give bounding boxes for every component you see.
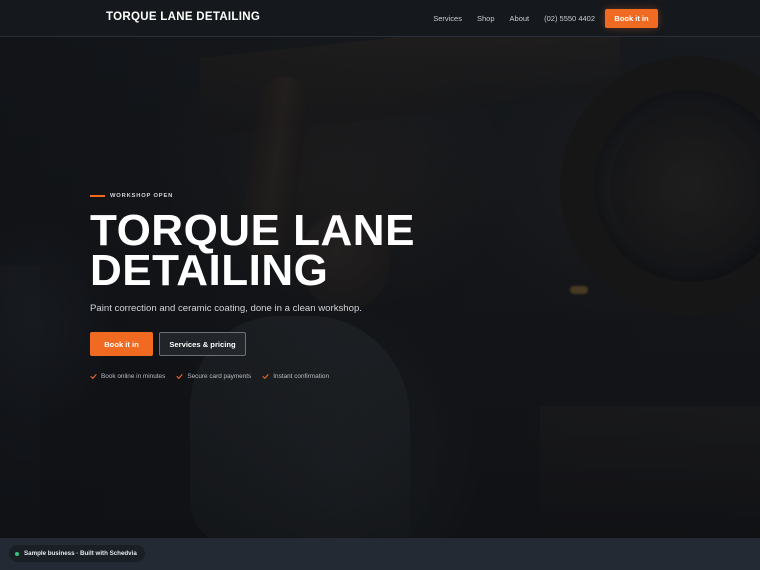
check-icon [262,374,269,379]
feature-item: Instant confirmation [262,373,329,380]
nav-link-shop[interactable]: Shop [477,14,495,23]
feature-text: Instant confirmation [273,373,330,380]
eyebrow: WORKSHOP OPEN [90,193,420,199]
feature-item: Secure card payments [176,373,251,380]
check-icon [176,374,183,379]
nav-links: Services Shop About (02) 5550 4402 [433,14,595,23]
sample-business-badge[interactable]: Sample business · Built with Schedvia [9,545,145,562]
brand-logo[interactable]: TORQUE LANE DETAILING [106,11,260,23]
hero-title: TORQUE LANE DETAILING [90,209,420,293]
badge-text: Sample business · Built with Schedvia [24,550,137,557]
services-pricing-button[interactable]: Services & pricing [159,332,246,356]
check-icon [90,374,97,379]
nav-book-button[interactable]: Book it in [605,9,658,28]
feature-list: Book online in minutes Secure card payme… [90,373,420,380]
top-nav: TORQUE LANE DETAILING Services Shop Abou… [0,0,760,37]
page: TORQUE LANE DETAILING Services Shop Abou… [0,0,760,570]
hero-subtitle: Paint correction and ceramic coating, do… [90,303,362,314]
eyebrow-accent-line [90,195,105,197]
feature-text: Book online in minutes [101,373,166,380]
eyebrow-text: WORKSHOP OPEN [110,193,174,199]
hero-content: WORKSHOP OPEN TORQUE LANE DETAILING Pain… [90,193,420,380]
status-dot-icon [15,551,19,556]
nav-link-about[interactable]: About [510,14,530,23]
feature-item: Book online in minutes [90,373,165,380]
cta-row: Book it in Services & pricing [90,332,420,356]
book-button[interactable]: Book it in [90,332,153,356]
nav-link-services[interactable]: Services [433,14,462,23]
feature-text: Secure card payments [187,373,252,380]
hero-title-line2: DETAILING [90,246,329,295]
nav-phone-link[interactable]: (02) 5550 4402 [544,14,595,23]
